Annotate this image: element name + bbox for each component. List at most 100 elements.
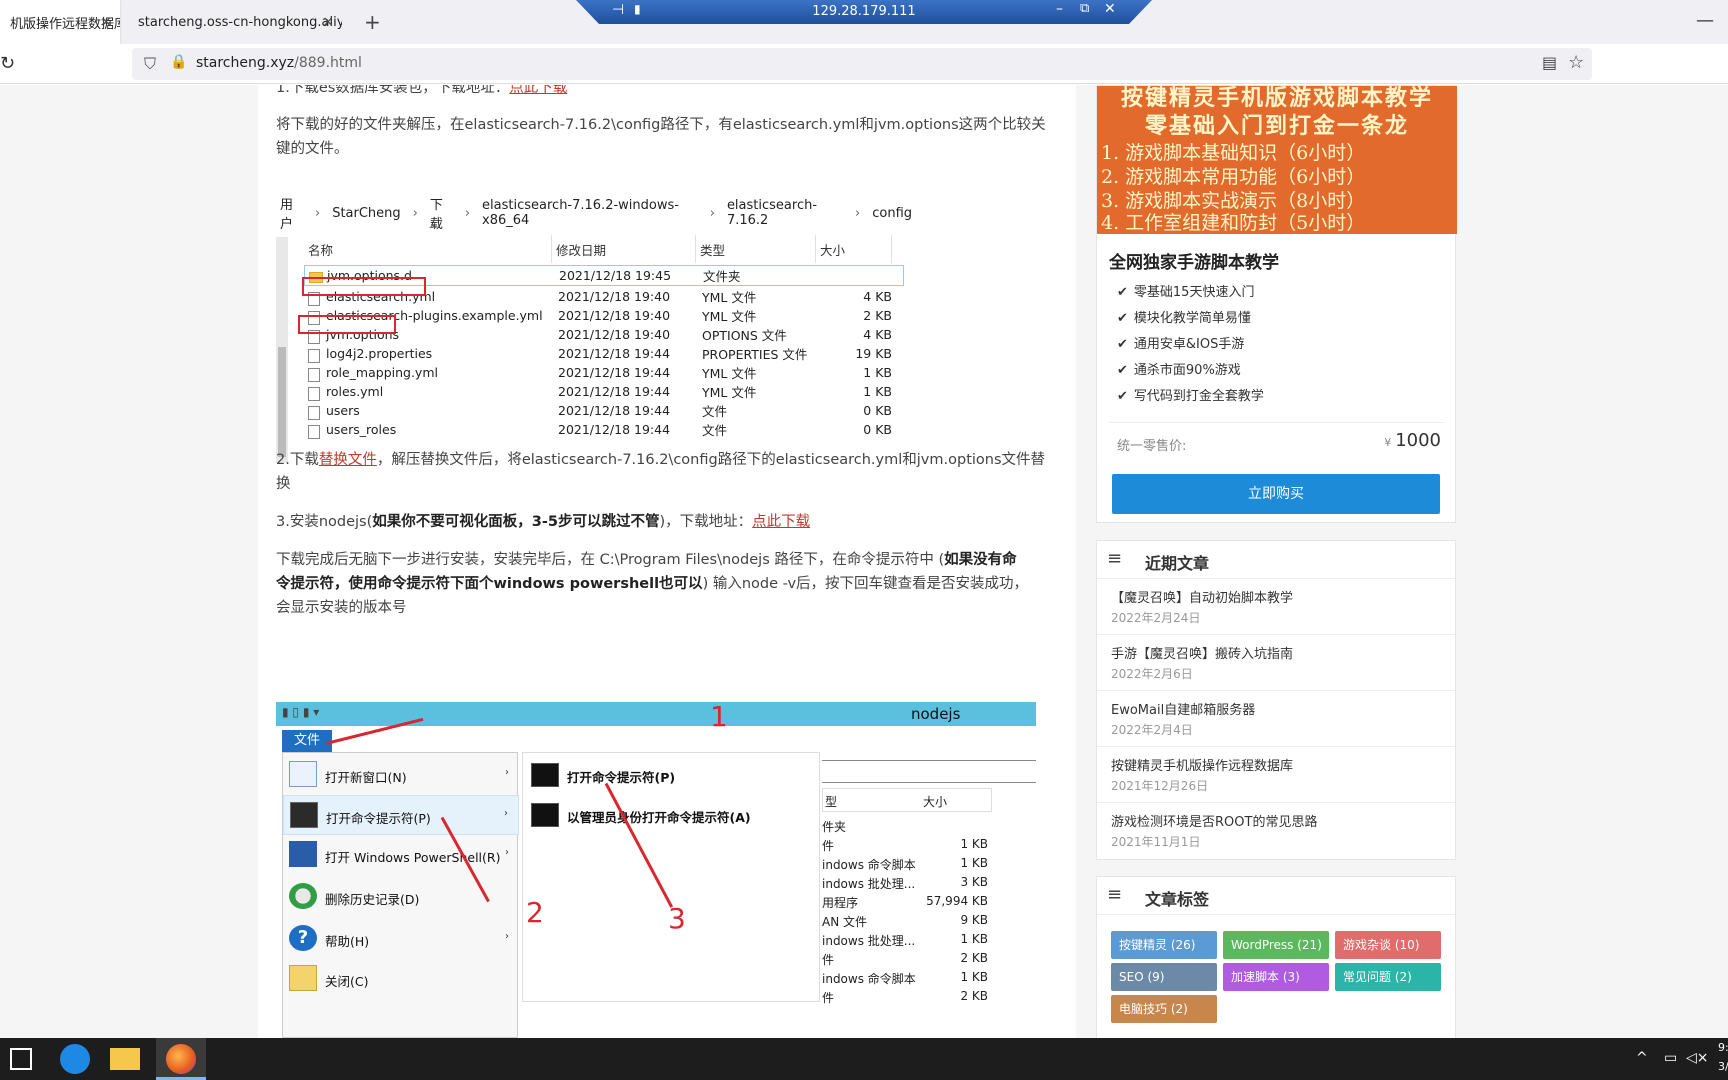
clock-time[interactable]: 9: [1718,1041,1728,1054]
bg-size: 2 KB [960,951,988,965]
file-type: PROPERTIES 文件 [702,347,808,362]
file-row: roles.yml 2021/12/18 19:44 YML 文件 1 KB [304,381,904,402]
divider [822,760,1036,761]
post-item[interactable]: 【魔灵召唤】自动初始脚本教学 2022年2月24日 [1097,579,1455,635]
bg-row: AN 文件 9 KB [822,913,988,932]
nodejs-download-link[interactable]: 点此下载 [752,514,810,530]
bg-type: 用程序 [822,896,859,910]
check-icon: ✔ [1117,363,1128,378]
step3-mid: )，下载地址： [659,514,753,530]
firefox-taskbar-button[interactable] [156,1038,206,1080]
file-explorer-icon[interactable] [110,1048,140,1070]
menu-icon: ≡ [1107,548,1123,569]
tag-chip[interactable]: 常见问题 (2) [1335,963,1441,991]
rdp-restore-button[interactable]: ⧉ [1080,1,1089,16]
divider [822,782,1036,783]
nodejs-menu-screenshot: ▮ ▯ ▮ ▾ nodejs 文件 打开新窗口(N) › 打开命令提示符(P) › … [276,702,1036,1038]
post-date: 2022年2月24日 [1111,611,1201,625]
bookmark-star-icon[interactable]: ☆ [1568,52,1584,73]
file-date: 2021/12/18 19:40 [558,289,671,304]
tab-close-icon[interactable]: × [100,14,112,30]
lock-icon[interactable]: 🔒 [170,54,187,70]
recent-posts-widget: ≡ 近期文章 【魔灵召唤】自动初始脚本教学 2022年2月24日 手游【魔灵召唤】搬… [1096,540,1456,860]
volume-muted-icon[interactable]: ◁× [1686,1050,1709,1066]
submenu-open-cmd-admin: 以管理员身份打开命令提示符(A) [523,795,821,835]
rdp-close-button[interactable]: ✕ [1104,1,1116,17]
new-tab-button[interactable]: + [364,10,381,34]
file-date: 2021/12/18 19:44 [558,403,671,418]
window-icon [289,761,317,787]
file-size: 19 KB [855,346,892,361]
step2-prefix: 2.下载 [276,452,319,468]
task-view-icon[interactable] [10,1048,32,1070]
file-type: 文件 [702,404,728,419]
file-icon [308,368,320,382]
step1-prefix: 1.下载es数据库安装包，下载地址： [276,85,510,96]
tab-current[interactable]: 机版操作远程数据库 × [0,0,120,44]
tag-chip[interactable]: WordPress (21) [1223,931,1329,959]
feature-item: ✔ 模块化教学简单易懂 [1117,307,1251,326]
promo-banner[interactable]: 按键精灵手机版游戏脚本教学 零基础入门到打金一条龙 1. 游戏脚本基础知识（6小… [1097,85,1457,234]
url-text[interactable]: starcheng.xyz/889.html [196,55,362,71]
bg-col-size: 大小 [923,795,948,809]
post-title[interactable]: EwoMail自建邮箱服务器 [1111,699,1255,718]
shield-icon[interactable]: ⛉ [144,54,156,74]
post-item[interactable]: 游戏检测环境是否ROOT的常见思路 2021年11月1日 [1097,803,1455,859]
tag-chip[interactable]: SEO (9) [1111,963,1217,991]
bg-row: indows 批处理... 3 KB [822,875,988,894]
tag-chip[interactable]: 电脑技巧 (2) [1111,995,1217,1023]
file-row: users_roles 2021/12/18 19:44 文件 0 KB [304,419,904,440]
annotation-number: 2 [526,896,544,929]
bg-type: 件 [822,839,835,853]
banner-item: 1. 游戏脚本基础知识（6小时） [1101,142,1366,164]
tag-chip[interactable]: 加速脚本 (3) [1223,963,1329,991]
clock-date[interactable]: 3/ [1718,1060,1728,1073]
window-minimize-button[interactable]: — [1696,10,1714,31]
tag-chip[interactable]: 按键精灵 (26) [1111,931,1217,959]
cmd-icon [290,802,318,828]
widget-title: 近期文章 [1145,554,1210,573]
tab-oss[interactable]: starcheng.oss-cn-hongkong.aliyunc × [128,0,342,44]
banner-item: 4. 工作室组建和防封（5小时） [1101,212,1366,234]
file-name: roles.yml [326,384,384,399]
file-size: 0 KB [863,422,892,437]
bg-size: 9 KB [960,913,988,927]
post-item[interactable]: 按键精灵手机版操作远程数据库 2021年12月26日 [1097,747,1455,803]
reload-icon[interactable]: ↻ [0,53,15,74]
rdp-minimize-button[interactable]: – [1056,1,1063,17]
reader-view-icon[interactable]: ▤ [1542,53,1557,72]
feature-item: ✔ 通杀市面90%游戏 [1117,359,1241,378]
post-title[interactable]: 手游【魔灵召唤】搬砖入坑指南 [1111,643,1293,662]
post-item[interactable]: 手游【魔灵召唤】搬砖入坑指南 2022年2月6日 [1097,635,1455,691]
post-title[interactable]: 按键精灵手机版操作远程数据库 [1111,755,1293,774]
replace-file-link[interactable]: 替换文件 [319,452,377,468]
post-title[interactable]: 游戏检测环境是否ROOT的常见思路 [1111,811,1317,830]
bg-col-type: 型 [825,795,838,809]
download-link[interactable]: 点此下载 [509,85,567,96]
price-amount: 1000 [1395,430,1441,451]
bg-type: AN 文件 [822,915,868,929]
tag-chip[interactable]: 游戏杂谈 (10) [1335,931,1441,959]
feature-text: 写代码到打金全套教学 [1133,389,1264,404]
bg-row: 件 2 KB [822,989,988,1008]
bg-type: 件 [822,991,835,1005]
network-icon[interactable]: ▭ [1664,1050,1677,1066]
file-date: 2021/12/18 19:44 [558,384,671,399]
col-type: 类型 [696,235,816,263]
annotation-number: 1 [710,702,728,733]
para1: 将下载的好的文件夹解压，在elasticsearch-7.16.2\config… [276,113,1056,161]
tray-expand-icon[interactable]: ^ [1636,1050,1648,1066]
para2: 下载完成后无脑下一步进行安装，安装完毕后，在 C:\Program Files\… [276,548,1056,620]
tab-close-icon[interactable]: × [322,14,334,30]
explorer-screenshot: 用户 › StarCheng › 下载 › elasticsearch-7.16.2-… [276,197,912,465]
buy-now-button[interactable]: 立即购买 [1112,474,1440,514]
article-content: 1.下载es数据库安装包，下载地址：点此下载 将下载的好的文件夹解压，在elas… [258,85,1076,1038]
crumb-sep: › [855,205,861,221]
address-bar[interactable]: ⛉ 🔒 starcheng.xyz/889.html ▤ ☆ [132,48,1592,80]
post-title[interactable]: 【魔灵召唤】自动初始脚本教学 [1111,587,1293,606]
bg-type: indows 命令脚本 [822,858,916,872]
quick-access-icons: ▮ ▯ ▮ ▾ [282,705,320,719]
step1-text: 1.下载es数据库安装包，下载地址：点此下载 [276,85,1056,100]
internet-explorer-icon[interactable] [60,1044,90,1074]
post-item[interactable]: EwoMail自建邮箱服务器 2022年2月4日 [1097,691,1455,747]
